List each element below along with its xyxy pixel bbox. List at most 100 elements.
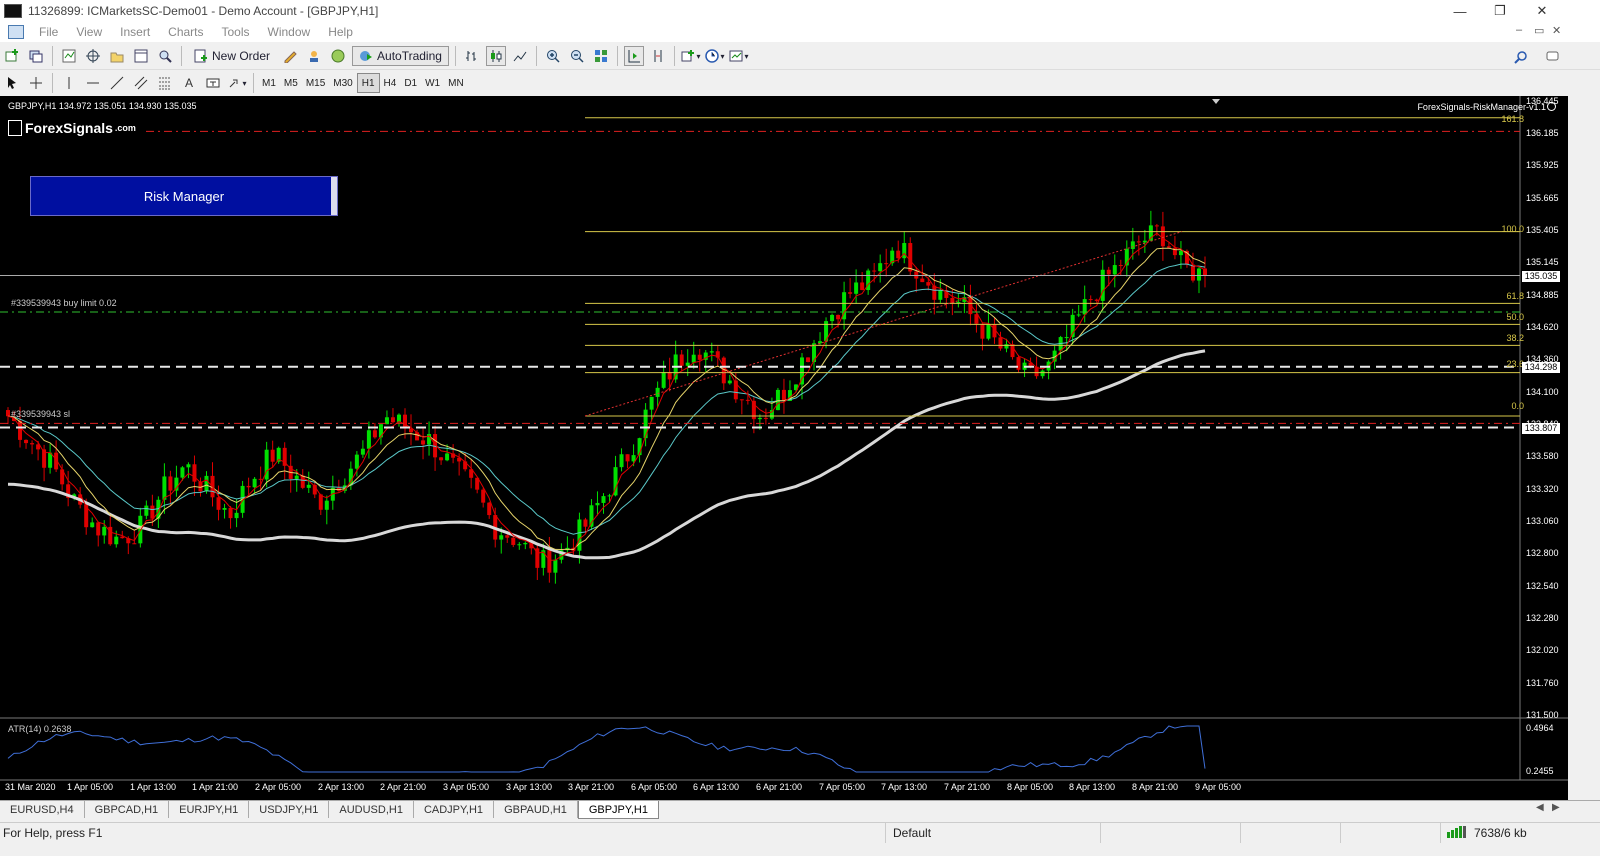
- timeframe-m1[interactable]: M1: [258, 74, 280, 92]
- mdi-restore-icon[interactable]: ▭: [1534, 24, 1544, 37]
- autotrading-button[interactable]: AutoTrading: [352, 46, 449, 66]
- candle-body: [691, 354, 696, 363]
- timeframe-m15[interactable]: M15: [302, 74, 329, 92]
- metaeditor-icon[interactable]: [280, 46, 300, 66]
- price-tick: 135.405: [1526, 225, 1559, 235]
- tab-usdjpy-h1[interactable]: USDJPY,H1: [249, 801, 330, 818]
- new-chart-icon[interactable]: [2, 46, 22, 66]
- status-divider: [1240, 823, 1241, 843]
- chevron-down-icon[interactable]: ▾: [242, 79, 246, 88]
- tab-cadjpy-h1[interactable]: CADJPY,H1: [414, 801, 495, 818]
- new-order-button[interactable]: New Order: [188, 46, 276, 66]
- zoom-in-icon[interactable]: [543, 46, 563, 66]
- chart-shift-icon[interactable]: [648, 46, 668, 66]
- current-price-box: 135.035: [1522, 271, 1560, 282]
- arrows-icon[interactable]: ▾: [227, 73, 247, 93]
- tab-eurjpy-h1[interactable]: EURJPY,H1: [169, 801, 250, 818]
- close-button[interactable]: ✕: [1522, 0, 1562, 22]
- fib-label-50: 50.0: [1506, 312, 1524, 322]
- candle-body: [234, 512, 239, 519]
- fibonacci-icon[interactable]: [155, 73, 175, 93]
- periods-icon[interactable]: ▾: [705, 46, 725, 66]
- menu-help[interactable]: Help: [319, 25, 362, 39]
- menu-view[interactable]: View: [67, 25, 111, 39]
- menu-tools[interactable]: Tools: [213, 25, 259, 39]
- candle-body: [830, 314, 835, 322]
- cursor-icon[interactable]: [2, 73, 22, 93]
- timeframe-m30[interactable]: M30: [329, 74, 356, 92]
- text-label-icon[interactable]: [203, 73, 223, 93]
- candle-body: [324, 500, 329, 510]
- shift-marker: [1212, 99, 1220, 104]
- tab-gbpaud-h1[interactable]: GBPAUD,H1: [494, 801, 578, 818]
- candlestick-icon[interactable]: [485, 46, 506, 66]
- autoscroll-icon[interactable]: [623, 46, 644, 66]
- risk-manager-button[interactable]: Risk Manager: [30, 176, 338, 216]
- navigator-icon[interactable]: [107, 46, 127, 66]
- menu-charts[interactable]: Charts: [159, 25, 212, 39]
- terminal-icon[interactable]: [131, 46, 151, 66]
- chevron-down-icon[interactable]: ▾: [696, 52, 700, 61]
- minimize-button[interactable]: —: [1440, 0, 1480, 22]
- candle-body: [818, 341, 823, 344]
- crosshair-icon[interactable]: [26, 73, 46, 93]
- zoom-out-icon[interactable]: [567, 46, 587, 66]
- market-watch-icon[interactable]: [59, 46, 79, 66]
- indicators-icon[interactable]: ▾: [681, 46, 701, 66]
- menu-file[interactable]: File: [30, 25, 67, 39]
- search-icon[interactable]: [1514, 50, 1528, 67]
- tab-gbpcad-h1[interactable]: GBPCAD,H1: [85, 801, 170, 818]
- tab-eurusd-h4[interactable]: EURUSD,H4: [0, 801, 85, 818]
- order-buy-limit-label[interactable]: #339539943 buy limit 0.02: [11, 298, 117, 308]
- vertical-line-icon[interactable]: [59, 73, 79, 93]
- candle-body: [90, 522, 95, 528]
- candle-body: [186, 464, 191, 468]
- mdi-minimize-icon[interactable]: –: [1516, 24, 1522, 36]
- restore-button[interactable]: ❐: [1480, 0, 1520, 22]
- line-studies-toolbar: A ▾ M1 M5 M15 M30 H1 H4 D1 W1 MN: [0, 70, 1600, 97]
- price-tick: 135.665: [1526, 193, 1559, 203]
- candle-body: [1118, 265, 1123, 267]
- chat-icon[interactable]: [1546, 50, 1560, 67]
- candle-body: [1178, 250, 1183, 256]
- tab-scroll-right-icon[interactable]: ▶: [1552, 802, 1560, 813]
- timeframe-h4[interactable]: H4: [380, 74, 401, 92]
- tab-audusd-h1[interactable]: AUDUSD,H1: [329, 801, 414, 818]
- candle-body: [607, 495, 612, 497]
- profiles-icon[interactable]: [26, 46, 46, 66]
- horizontal-line-icon[interactable]: [83, 73, 103, 93]
- chevron-down-icon[interactable]: ▾: [720, 52, 724, 61]
- timeframe-w1[interactable]: W1: [421, 74, 444, 92]
- price-tick: 132.540: [1526, 581, 1559, 591]
- trendline-icon[interactable]: [107, 73, 127, 93]
- status-divider: [1100, 823, 1101, 843]
- market-icon[interactable]: [328, 46, 348, 66]
- timeframe-m5[interactable]: M5: [280, 74, 302, 92]
- chart-doc-icon[interactable]: [8, 25, 24, 39]
- right-gutter: [1568, 96, 1600, 800]
- candle-body: [132, 543, 137, 545]
- mdi-close-icon[interactable]: ✕: [1552, 24, 1561, 37]
- candle-body: [986, 324, 991, 339]
- menu-insert[interactable]: Insert: [111, 25, 159, 39]
- timeframe-h1[interactable]: H1: [356, 73, 380, 93]
- text-tool-icon[interactable]: A: [179, 73, 199, 93]
- chevron-down-icon[interactable]: ▾: [744, 52, 748, 61]
- bar-chart-icon[interactable]: [462, 46, 482, 66]
- candle-body: [168, 476, 173, 491]
- line-chart-icon[interactable]: [510, 46, 530, 66]
- strategy-tester-icon[interactable]: [155, 46, 175, 66]
- templates-icon[interactable]: ▾: [729, 46, 749, 66]
- risk-manager-handle[interactable]: [331, 177, 337, 215]
- equidistant-channel-icon[interactable]: [131, 73, 151, 93]
- menu-window[interactable]: Window: [259, 25, 320, 39]
- timeframe-mn[interactable]: MN: [444, 74, 468, 92]
- risk-manager-label: Risk Manager: [143, 188, 225, 204]
- tab-scroll-left-icon[interactable]: ◀: [1536, 802, 1544, 813]
- crosshair-nav-icon[interactable]: [83, 46, 103, 66]
- tab-gbpjpy-h1[interactable]: GBPJPY,H1: [577, 801, 659, 819]
- timeframe-d1[interactable]: D1: [400, 74, 421, 92]
- signals-icon[interactable]: [304, 46, 324, 66]
- tile-windows-icon[interactable]: [591, 46, 611, 66]
- order-sl-label[interactable]: #339539943 sl: [11, 409, 70, 419]
